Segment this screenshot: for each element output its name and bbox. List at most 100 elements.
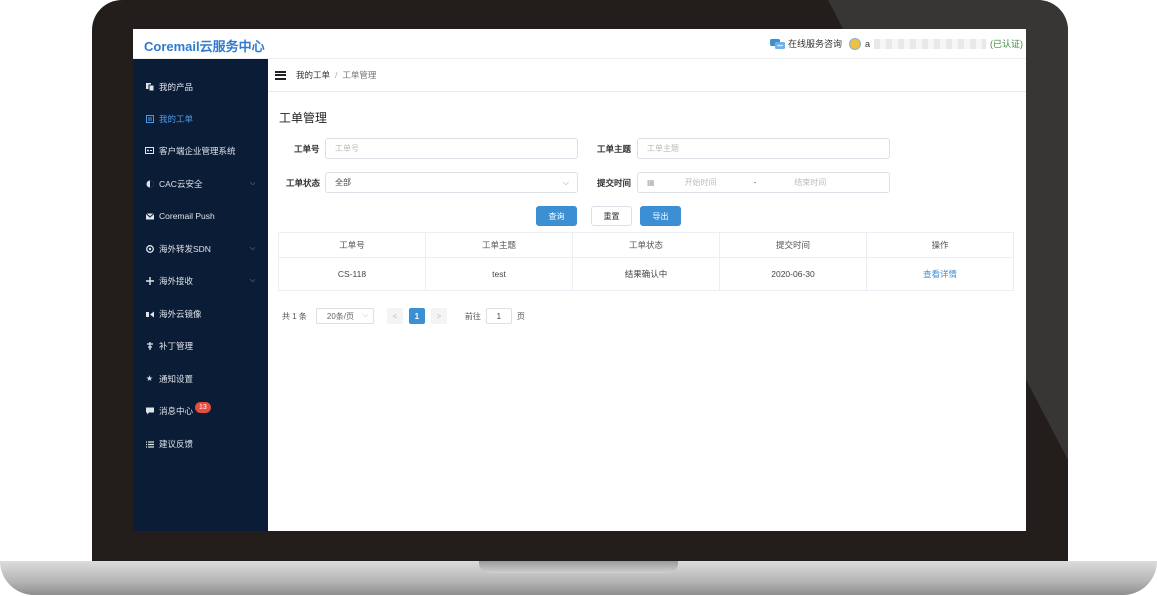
patch-icon — [145, 342, 154, 351]
user-name-prefix: a — [865, 38, 871, 49]
page-title: 工单管理 — [279, 111, 328, 125]
column-header: 提交时间 — [720, 233, 867, 257]
page-size-value: 20条/页 — [326, 311, 355, 321]
sidebar-item-label: 客户端企业管理系统 — [159, 146, 236, 156]
cloud-security-icon — [145, 180, 154, 189]
subject-input[interactable]: 工单主题 — [637, 138, 890, 159]
ticket-no-label: 工单号 — [294, 144, 320, 154]
sidebar-item-messages[interactable]: 消息中心 13 — [133, 401, 268, 421]
chevron-down-icon: ⌵ — [362, 312, 368, 319]
ticket-table: 工单号 工单主题 工单状态 提交时间 操作 CS-118 test 结果确认中 … — [278, 232, 1014, 291]
chevron-down-icon: ⌵ — [250, 245, 256, 252]
table-header-row: 工单号 工单主题 工单状态 提交时间 操作 — [279, 233, 1013, 258]
sidebar-item-label: 我的产品 — [159, 82, 194, 92]
sidebar-item-overseas-receive[interactable]: 海外接收 ⌵ — [133, 271, 268, 291]
sidebar-item-label: Coremail Push — [159, 211, 215, 221]
submit-time-label: 提交时间 — [597, 178, 632, 188]
date-range-picker[interactable]: ▦ 开始时间 - 结束时间 — [637, 172, 890, 193]
column-header: 操作 — [931, 240, 949, 250]
column-header: 工单状态 — [573, 233, 720, 257]
ticket-no-placeholder: 工单号 — [335, 144, 359, 153]
sidebar-item-client-admin[interactable]: 客户端企业管理系统 — [133, 141, 268, 161]
goto-prefix: 前往 — [464, 311, 481, 321]
submit-time-cell: 2020-06-30 — [720, 258, 867, 290]
unread-badge: 13 — [195, 401, 211, 413]
user-menu[interactable]: a (已认证) — [849, 37, 1023, 50]
status-select[interactable]: 全部 ⌵ — [325, 172, 578, 193]
reset-button[interactable]: 重置 — [591, 206, 632, 226]
redacted-username — [874, 38, 987, 49]
page-size-select[interactable]: 20条/页 ⌵ — [315, 308, 374, 324]
sidebar-item-tickets[interactable]: 我的工单 — [133, 109, 268, 129]
menu-toggle-icon[interactable] — [275, 70, 286, 80]
chevron-down-icon: ⌵ — [250, 180, 256, 187]
breadcrumb-parent[interactable]: 我的工单 — [296, 69, 330, 81]
breadcrumb: 我的工单 / 工单管理 — [268, 59, 1026, 92]
sidebar-item-label: 补丁管理 — [159, 341, 194, 351]
sidebar-item-feedback[interactable]: 建议反馈 — [133, 434, 268, 454]
forward-icon — [145, 245, 154, 254]
pagination: 共 1 条 20条/页 ⌵ < 1 > 前往 1 页 — [282, 308, 525, 324]
breadcrumb-separator: / — [335, 70, 338, 80]
status-label: 工单状态 — [286, 178, 321, 188]
message-icon — [145, 407, 154, 416]
subject-placeholder: 工单主题 — [647, 144, 679, 153]
receive-icon — [145, 277, 154, 286]
sidebar-item-label: CAC云安全 — [159, 179, 203, 189]
status-value: 全部 — [335, 178, 351, 187]
column-header: 工单主题 — [426, 233, 573, 257]
chevron-down-icon: ⌵ — [562, 178, 569, 187]
sidebar-item-label: 海外接收 — [159, 276, 194, 286]
sidebar: 我的产品 我的工单 客户端企业管理系统 CAC云安全 ⌵ Coremail Pu… — [133, 59, 268, 531]
column-header: 工单号 — [279, 233, 426, 257]
next-page-button[interactable]: > — [430, 308, 447, 324]
ticket-no-input[interactable]: 工单号 — [325, 138, 578, 159]
range-separator: - — [753, 178, 757, 187]
sidebar-item-notifications[interactable]: ★ 通知设置 — [133, 369, 268, 389]
mail-icon — [145, 212, 154, 221]
query-button[interactable]: 查询 — [536, 206, 577, 226]
sidebar-item-patch[interactable]: 补丁管理 — [133, 336, 268, 356]
action-cell: 查看详情 — [867, 258, 1013, 290]
sidebar-item-overseas-forward[interactable]: 海外转发SDN ⌵ — [133, 239, 268, 259]
screen: Coremail云服务中心 在线服务咨询 a (已认证) 我的产品 我的工单 客… — [133, 29, 1026, 531]
total-count: 共 1 条 — [282, 311, 307, 321]
verified-status: (已认证) — [990, 39, 1024, 49]
sidebar-item-label: 海外云镜像 — [159, 309, 202, 319]
sidebar-item-overseas-mirror[interactable]: 海外云镜像 — [133, 304, 268, 324]
star-icon: ★ — [145, 374, 154, 383]
goto-page-input[interactable]: 1 — [485, 308, 512, 324]
sidebar-item-label: 消息中心 — [159, 406, 194, 416]
start-date-placeholder[interactable]: 开始时间 — [685, 177, 717, 188]
view-details-link[interactable]: 查看详情 — [923, 268, 957, 280]
online-service-link[interactable]: 在线服务咨询 — [770, 37, 842, 50]
current-page-button[interactable]: 1 — [408, 308, 425, 324]
sidebar-item-coremail-push[interactable]: Coremail Push — [133, 206, 268, 226]
ticket-icon — [145, 115, 154, 124]
laptop-base — [0, 561, 1157, 595]
mirror-icon — [145, 310, 154, 319]
subject-cell: test — [426, 258, 573, 290]
service-link-label: 在线服务咨询 — [788, 39, 843, 49]
top-header: Coremail云服务中心 在线服务咨询 a (已认证) — [133, 29, 1026, 59]
product-icon — [145, 83, 154, 92]
chevron-down-icon: ⌵ — [250, 277, 256, 284]
prev-page-button[interactable]: < — [386, 308, 403, 324]
export-button[interactable]: 导出 — [640, 206, 681, 226]
status-cell: 结果确认中 — [573, 258, 720, 290]
table-row: CS-118 test 结果确认中 2020-06-30 查看详情 — [279, 258, 1013, 290]
brand-title[interactable]: Coremail云服务中心 — [144, 36, 265, 55]
sidebar-item-products[interactable]: 我的产品 — [133, 77, 268, 97]
end-date-placeholder[interactable]: 结束时间 — [794, 177, 826, 188]
list-icon — [145, 440, 154, 449]
laptop-notch — [479, 561, 678, 573]
sidebar-item-cac-security[interactable]: CAC云安全 ⌵ — [133, 174, 268, 194]
subject-label: 工单主题 — [597, 144, 632, 154]
sidebar-item-label: 建议反馈 — [159, 439, 194, 449]
ticket-no-cell: CS-118 — [279, 258, 426, 290]
breadcrumb-current: 工单管理 — [342, 70, 377, 80]
goto-suffix: 页 — [516, 311, 525, 321]
sidebar-item-label: 海外转发SDN — [159, 244, 211, 254]
calendar-icon: ▦ — [647, 178, 655, 187]
sidebar-item-label: 通知设置 — [159, 374, 194, 384]
